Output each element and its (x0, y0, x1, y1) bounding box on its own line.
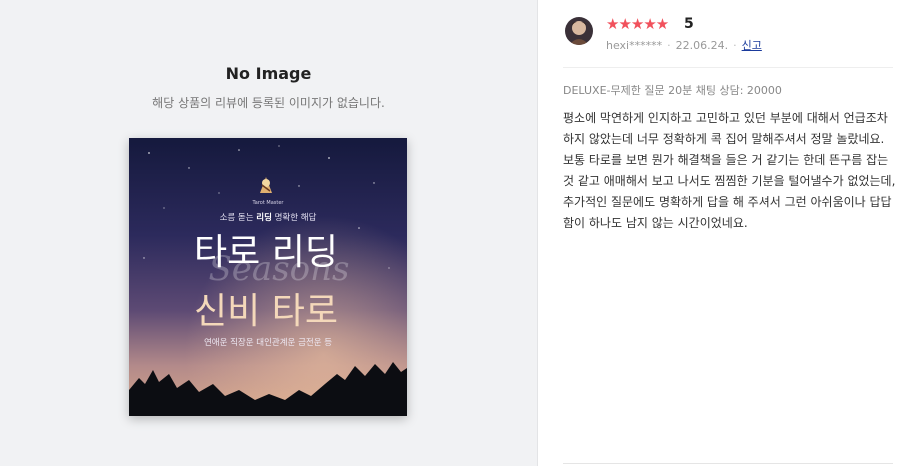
reviewer-avatar (565, 17, 593, 45)
product-thumbnail[interactable]: Tarot Master 소름 돋는 리딩 명확한 해답 Seasons 타로 … (129, 138, 407, 416)
review-meta: hexi****** · 22.06.24. · 신고 (606, 37, 762, 53)
banner-tagline: 소름 돋는 리딩 명확한 해답 (220, 212, 317, 223)
review-panel: ★★★★★ 5 hexi****** · 22.06.24. · 신고 DELUXE-무… (538, 0, 915, 466)
report-link[interactable]: 신고 (742, 39, 762, 52)
meta-separator: · (733, 39, 737, 52)
review-text: 평소에 막연하게 인지하고 고민하고 있던 부분에 대해서 언급조차 하지 않았… (563, 111, 896, 230)
review-date: 22.06.24. (675, 39, 729, 52)
rating-score: 5 (684, 16, 694, 32)
divider-bottom (563, 463, 893, 464)
divider (563, 67, 893, 68)
banner-categories: 연애운 직장운 대인관계운 금전운 등 (204, 337, 332, 348)
rating-stars: ★★★★★ (606, 15, 669, 33)
no-image-subtitle: 해당 상품의 리뷰에 등록된 이미지가 없습니다. (152, 96, 385, 110)
avatar-image (565, 17, 593, 45)
banner-headline-1: 타로 리딩 (194, 232, 338, 273)
no-image-title: No Image (225, 64, 312, 83)
meta-separator: · (667, 39, 671, 52)
banner-brand: Tarot Master (252, 200, 285, 206)
no-image-panel: No Image 해당 상품의 리뷰에 등록된 이미지가 없습니다. Tarot… (0, 0, 538, 466)
purchased-option: DELUXE-무제한 질문 20분 채팅 상담: 20000 (563, 84, 782, 97)
reviewer-id: hexi****** (606, 39, 663, 52)
banner-headline-2: 신비 타로 (194, 291, 338, 332)
product-banner-image: Tarot Master 소름 돋는 리딩 명확한 해답 Seasons 타로 … (129, 138, 407, 416)
